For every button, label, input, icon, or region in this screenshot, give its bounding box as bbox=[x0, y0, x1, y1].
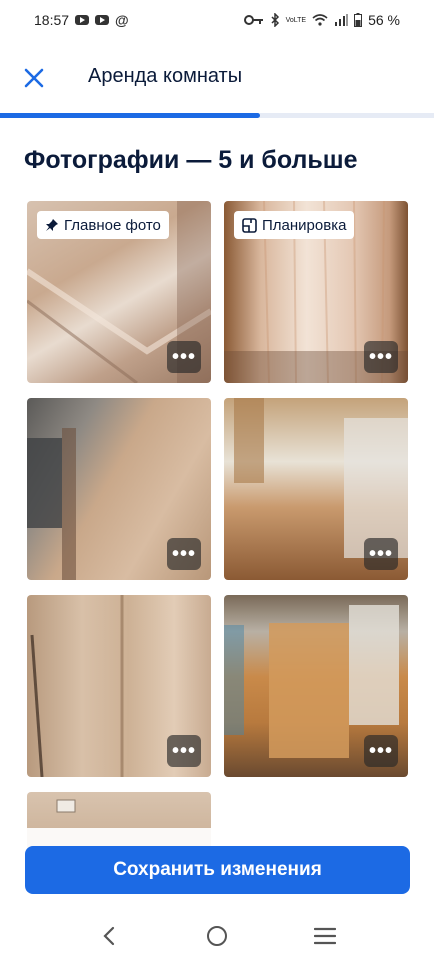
signal-icon bbox=[334, 14, 349, 26]
system-nav-bar bbox=[0, 910, 434, 960]
photo-item[interactable]: ••• bbox=[224, 398, 408, 580]
photo-label-main: Главное фото bbox=[37, 211, 169, 239]
photo-item[interactable]: ••• bbox=[27, 398, 211, 580]
photo-more-button[interactable]: ••• bbox=[167, 735, 201, 767]
photo-more-button[interactable]: ••• bbox=[167, 538, 201, 570]
key-icon bbox=[243, 14, 264, 26]
wifi-icon bbox=[312, 14, 328, 26]
battery-icon bbox=[354, 13, 363, 27]
floorplan-icon bbox=[242, 217, 257, 233]
photo-floorplan[interactable]: Планировка ••• bbox=[224, 201, 408, 383]
progress-bar bbox=[0, 113, 434, 118]
back-icon bbox=[103, 926, 115, 946]
nav-recents-button[interactable] bbox=[311, 922, 339, 950]
pin-icon bbox=[46, 219, 58, 231]
photo-more-button[interactable]: ••• bbox=[364, 735, 398, 767]
photo-main[interactable]: Главное фото ••• bbox=[27, 201, 211, 383]
close-icon bbox=[24, 68, 44, 88]
photo-more-button[interactable]: ••• bbox=[167, 341, 201, 373]
status-left: 18:57 @ bbox=[34, 12, 129, 28]
recents-icon bbox=[314, 927, 336, 945]
youtube-icon bbox=[95, 15, 110, 25]
section-title: Фотографии — 5 и больше bbox=[24, 146, 358, 174]
photo-item[interactable]: ••• bbox=[224, 595, 408, 777]
youtube-icon bbox=[75, 15, 90, 25]
status-time: 18:57 bbox=[34, 12, 70, 28]
page-title: Аренда комнаты bbox=[88, 65, 243, 87]
photo-label-text: Планировка bbox=[262, 216, 347, 234]
photo-label-floorplan: Планировка bbox=[234, 211, 355, 239]
photo-item[interactable]: ••• bbox=[27, 595, 211, 777]
status-right: VoLTE 56 % bbox=[243, 12, 400, 28]
volte-icon: VoLTE bbox=[286, 17, 307, 24]
battery-percent: 56 % bbox=[368, 12, 400, 28]
photo-more-button[interactable]: ••• bbox=[364, 341, 398, 373]
save-changes-button[interactable]: Сохранить изменения bbox=[25, 846, 410, 894]
close-button[interactable] bbox=[18, 62, 50, 94]
nav-back-button[interactable] bbox=[95, 922, 123, 950]
status-bar: 18:57 @ VoLTE 56 % bbox=[0, 0, 434, 44]
bluetooth-icon bbox=[270, 13, 280, 27]
photo-more-button[interactable]: ••• bbox=[364, 538, 398, 570]
at-sign-icon: @ bbox=[115, 12, 129, 28]
network-label: VoLTE bbox=[285, 16, 307, 24]
photo-label-text: Главное фото bbox=[64, 216, 161, 234]
progress-fill bbox=[0, 113, 261, 118]
nav-home-button[interactable] bbox=[203, 922, 231, 950]
app-header: Аренда комнаты bbox=[0, 44, 434, 112]
home-icon bbox=[207, 926, 227, 946]
